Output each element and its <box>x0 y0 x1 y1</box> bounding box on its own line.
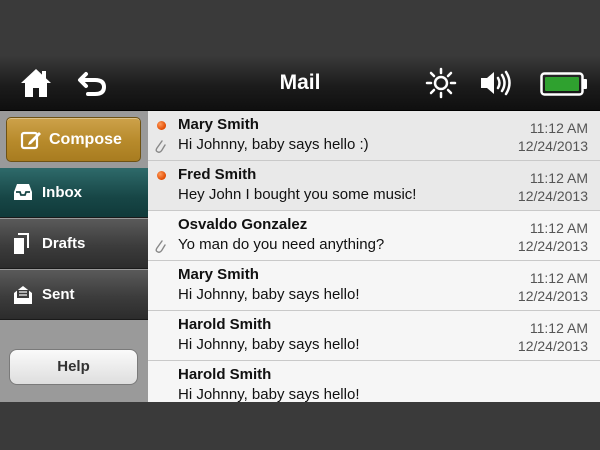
sidebar-item-inbox[interactable]: Inbox <box>0 168 148 218</box>
paperclip-icon <box>155 140 166 153</box>
paperclip-icon <box>155 240 166 253</box>
drafts-icon <box>14 233 29 254</box>
mail-app: Mail Compose Inbox Drafts Sent Help Mary… <box>0 55 600 402</box>
top-bar: Mail <box>0 55 600 111</box>
unread-dot-icon <box>157 171 166 180</box>
help-button[interactable]: Help <box>9 349 138 385</box>
sidebar-item-drafts[interactable]: Drafts <box>0 219 148 269</box>
message-time: 11:12 AM <box>529 220 588 236</box>
compose-label: Compose <box>49 131 122 148</box>
message-time: 11:12 AM <box>529 170 588 186</box>
message-preview: Hi Johnny, baby says hello :) <box>178 136 369 153</box>
message-list[interactable]: Mary Smith Hi Johnny, baby says hello :)… <box>148 111 600 402</box>
message-sender: Osvaldo Gonzalez <box>178 216 308 233</box>
message-sender: Mary Smith <box>178 266 259 283</box>
message-time: 11:12 AM <box>529 270 588 286</box>
message-row[interactable]: Harold Smith Hi Johnny, baby says hello! <box>148 361 600 402</box>
sidebar-item-label: Inbox <box>42 184 82 201</box>
compose-icon <box>20 131 41 150</box>
message-date: 12/24/2013 <box>517 238 588 254</box>
message-date: 12/24/2013 <box>517 338 588 354</box>
message-preview: Yo man do you need anything? <box>178 236 385 253</box>
message-row[interactable]: Harold Smith Hi Johnny, baby says hello!… <box>148 311 600 361</box>
message-date: 12/24/2013 <box>517 288 588 304</box>
message-sender: Fred Smith <box>178 166 257 183</box>
sidebar: Compose Inbox Drafts Sent Help <box>0 111 148 402</box>
sent-icon <box>14 286 32 304</box>
message-row[interactable]: Mary Smith Hi Johnny, baby says hello! 1… <box>148 261 600 311</box>
message-preview: Hi Johnny, baby says hello! <box>178 286 360 303</box>
message-preview: Hey John I bought you some music! <box>178 186 417 203</box>
message-time: 11:12 AM <box>529 320 588 336</box>
message-sender: Harold Smith <box>178 366 272 383</box>
message-sender: Harold Smith <box>178 316 272 333</box>
unread-dot-icon <box>157 121 166 130</box>
message-date: 12/24/2013 <box>517 188 588 204</box>
speaker-icon[interactable] <box>478 65 514 101</box>
sidebar-item-label: Sent <box>42 286 75 303</box>
compose-button[interactable]: Compose <box>6 117 141 162</box>
battery-icon <box>540 72 587 96</box>
brightness-icon[interactable] <box>425 65 457 101</box>
message-preview: Hi Johnny, baby says hello! <box>178 386 360 402</box>
message-date: 12/24/2013 <box>517 138 588 154</box>
message-row[interactable]: Mary Smith Hi Johnny, baby says hello :)… <box>148 111 600 161</box>
message-row[interactable]: Fred Smith Hey John I bought you some mu… <box>148 161 600 211</box>
sidebar-item-sent[interactable]: Sent <box>0 270 148 320</box>
message-preview: Hi Johnny, baby says hello! <box>178 336 360 353</box>
message-row[interactable]: Osvaldo Gonzalez Yo man do you need anyt… <box>148 211 600 261</box>
sidebar-item-label: Drafts <box>42 235 86 252</box>
message-time: 11:12 AM <box>529 120 588 136</box>
inbox-icon <box>14 184 32 200</box>
message-sender: Mary Smith <box>178 116 259 133</box>
